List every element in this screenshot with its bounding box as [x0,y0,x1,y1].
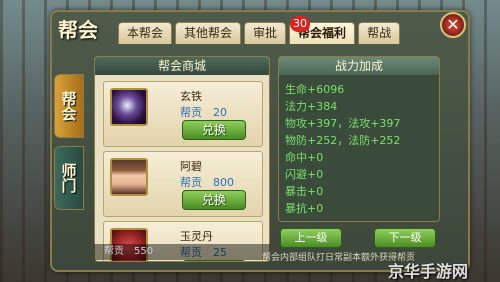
close-icon: ✕ [446,15,460,34]
stat-line: 命中+0 [285,151,324,164]
portrait-icon [110,158,148,196]
tab-other-guilds[interactable]: 其他帮会 [175,22,242,44]
exchange-button[interactable]: 兑换 [182,190,246,210]
item-name: 玄铁 [180,90,202,103]
combat-bonus-panel: 战力加成 生命+6096 法力+384 物攻+397，法攻+397 物防+252… [278,56,440,222]
stat-line: 暴抗+0 [285,202,324,215]
shop-item: 阿碧 帮贡 800 兑换 [103,151,263,217]
shop-item: 玄铁 帮贡 20 兑换 [103,81,263,147]
stat-line: 闪避+0 [285,168,324,181]
panel-title: 帮会 [58,18,98,42]
tab-own-guild[interactable]: 本帮会 [118,22,173,44]
side-tab-mentorship[interactable]: 师门 [54,146,84,210]
exchange-button[interactable]: 兑换 [182,120,246,140]
tab-guild-war[interactable]: 帮战 [358,22,401,44]
contribution-balance: 帮贡 550 [94,244,270,260]
site-watermark: 京华手游网 [388,262,469,281]
stat-line: 物防+252，法防+252 [285,134,401,147]
tab-bar: 本帮会 其他帮会 审批 帮会福利 帮战 [118,22,403,44]
item-name: 玉灵丹 [180,230,213,243]
next-level-button[interactable]: 下一级 [374,228,436,248]
close-button[interactable]: ✕ [440,12,466,38]
bonus-title: 战力加成 [279,57,439,75]
item-cost: 帮贡 800 [180,176,234,189]
iron-orb-icon [110,88,148,126]
prev-level-button[interactable]: 上一级 [280,228,342,248]
item-name: 阿碧 [180,160,202,173]
item-cost: 帮贡 20 [180,106,227,119]
stat-line: 物攻+397，法攻+397 [285,117,401,130]
stat-line: 暴击+0 [285,185,324,198]
tab-approval[interactable]: 审批 [244,22,287,44]
approval-count-badge: 30 [290,16,310,32]
exchange-button[interactable]: 兑换 [182,260,246,261]
stat-line: 生命+6096 [285,83,345,96]
guild-shop: 帮会商城 玄铁 帮贡 20 兑换 阿碧 帮贡 800 兑换 玉灵丹 帮贡 25 … [94,56,270,262]
stat-line: 法力+384 [285,100,338,113]
side-tab-guild[interactable]: 帮会 [54,74,84,138]
shop-title: 帮会商城 [95,57,269,75]
